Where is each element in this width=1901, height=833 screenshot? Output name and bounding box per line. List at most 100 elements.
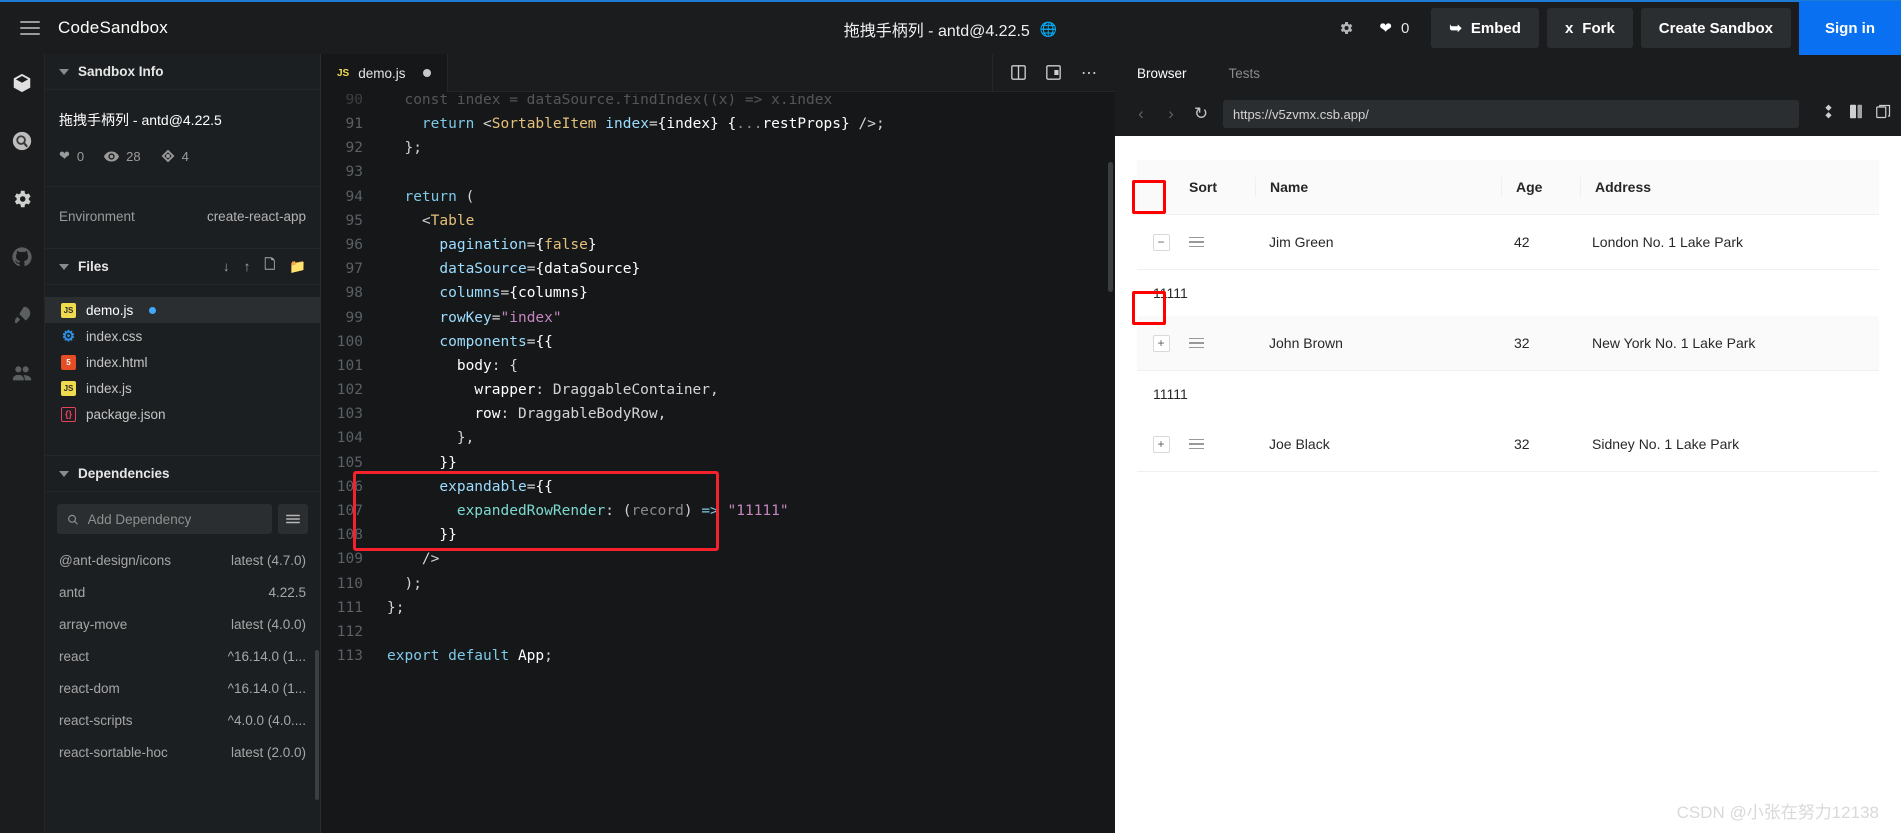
dependency-row[interactable]: react ^16.14.0 (1...: [45, 640, 320, 672]
drag-handle-icon[interactable]: [1189, 236, 1255, 248]
rocket-deploy-icon[interactable]: [7, 300, 37, 330]
list-menu-icon[interactable]: [278, 504, 308, 534]
new-file-icon[interactable]: 🗋: [264, 255, 275, 278]
more-options-icon[interactable]: ⋯: [1081, 63, 1097, 83]
explorer-cube-icon[interactable]: [7, 68, 37, 98]
code-line: 104 },: [321, 426, 1115, 450]
file-item-package-json[interactable]: {} package.json: [45, 401, 320, 427]
column-header-address[interactable]: Address: [1581, 179, 1879, 195]
code-line: 111};: [321, 596, 1115, 620]
dependency-name: react-scripts: [59, 712, 133, 728]
file-item-index-html[interactable]: 5 index.html: [45, 349, 320, 375]
download-icon[interactable]: ↓: [223, 259, 230, 274]
dependency-row[interactable]: array-move latest (4.0.0): [45, 608, 320, 640]
split-view-icon[interactable]: [1876, 104, 1891, 124]
dependency-row[interactable]: react-sortable-hoc latest (2.0.0): [45, 736, 320, 768]
github-icon[interactable]: [7, 242, 37, 272]
table-header-row: Sort Name Age Address: [1137, 160, 1879, 215]
stat-likes: ❤ 0: [59, 148, 84, 164]
dependency-name: array-move: [59, 616, 128, 632]
files-header[interactable]: Files ↓ ↑ 🗋 📁: [45, 249, 320, 285]
create-sandbox-button[interactable]: Create Sandbox: [1640, 8, 1791, 48]
code-editor[interactable]: 90 const index = dataSource.findIndex((x…: [321, 92, 1115, 833]
like-counter[interactable]: ❤ 0: [1379, 19, 1409, 38]
reload-icon[interactable]: ↻: [1193, 104, 1209, 124]
url-input[interactable]: https://v5zvmx.csb.app/: [1223, 100, 1799, 128]
tab-tests[interactable]: Tests: [1207, 54, 1281, 92]
dependency-version: latest (4.7.0): [230, 552, 306, 568]
brand-label[interactable]: CodeSandbox: [58, 18, 168, 38]
code-line: 100 components={{: [321, 330, 1115, 354]
code-line: 95 <Table: [321, 209, 1115, 233]
page-title: 拖拽手柄列 - antd@4.22.5: [843, 23, 1030, 40]
dependencies-header[interactable]: Dependencies: [45, 456, 320, 492]
add-dependency-input[interactable]: [87, 511, 262, 527]
file-item-demo-js[interactable]: JS demo.js: [45, 297, 320, 323]
js-file-icon: JS: [61, 302, 76, 318]
stat-views: 28: [104, 149, 141, 164]
responsive-icon[interactable]: [1821, 104, 1836, 124]
new-folder-icon[interactable]: 📁: [289, 259, 306, 275]
sandbox-stats: ❤ 0 28 4: [45, 136, 320, 186]
dependency-name: @ant-design/icons: [59, 552, 172, 568]
code-text: };: [387, 599, 405, 616]
table-row[interactable]: + Joe Black 32 Sidney No. 1 Lake Park: [1137, 417, 1879, 472]
gear-icon[interactable]: [7, 184, 37, 214]
line-number: 112: [336, 623, 363, 640]
hamburger-icon[interactable]: [20, 21, 40, 35]
expanded-row-content: 11111: [1153, 386, 1188, 402]
upload-icon[interactable]: ↑: [244, 259, 251, 274]
codesandbox-app: CodeSandbox 拖拽手柄列 - antd@4.22.5 🌐 ❤ 0 ➥ …: [0, 0, 1901, 833]
html-file-icon: 5: [61, 354, 76, 370]
tab-browser[interactable]: Browser: [1115, 54, 1207, 92]
dependency-row[interactable]: react-scripts ^4.0.0 (4.0....: [45, 704, 320, 736]
column-header-name[interactable]: Name: [1256, 179, 1501, 195]
table-row[interactable]: − Jim Green 42 London No. 1 Lake Park: [1137, 215, 1879, 270]
browser-actions: [1813, 104, 1891, 124]
table-row[interactable]: + John Brown 32 New York No. 1 Lake Park: [1137, 316, 1879, 371]
dependency-row[interactable]: antd 4.22.5: [45, 576, 320, 608]
fork-button[interactable]: x Fork: [1546, 8, 1633, 48]
drag-handle-icon[interactable]: [1189, 438, 1255, 450]
tab-demo-js[interactable]: JS demo.js: [321, 54, 448, 92]
code-line: 107 expandedRowRender: (record) => "1111…: [321, 499, 1115, 523]
code-content: 90 const index = dataSource.findIndex((x…: [321, 94, 1115, 668]
code-text: expandable={{: [439, 478, 553, 495]
line-number: 93: [345, 164, 363, 181]
cell-address: London No. 1 Lake Park: [1592, 234, 1743, 250]
embed-button[interactable]: ➥ Embed: [1431, 8, 1539, 48]
drag-handle-icon[interactable]: [1189, 337, 1255, 349]
file-item-index-css[interactable]: ⚙ index.css: [45, 323, 320, 349]
preview-iframe[interactable]: Sort Name Age Address − Jim Green 42 Lon…: [1115, 136, 1901, 833]
dependency-search-box[interactable]: [57, 504, 272, 534]
code-line: 106 expandable={{: [321, 475, 1115, 499]
gear-icon[interactable]: [1329, 11, 1363, 45]
code-text: const index = dataSource.findIndex((x) =…: [387, 94, 841, 108]
unsaved-dot-icon[interactable]: [422, 69, 431, 77]
chevron-right-icon[interactable]: ›: [1163, 104, 1179, 124]
sign-in-button[interactable]: Sign in: [1799, 1, 1901, 55]
code-line: 113 export default App;: [321, 644, 1115, 668]
open-new-window-icon[interactable]: [1849, 104, 1863, 124]
sandbox-info-header[interactable]: Sandbox Info: [45, 54, 320, 90]
open-preview-icon[interactable]: [1046, 65, 1061, 80]
expand-row-button[interactable]: +: [1152, 334, 1170, 352]
code-text: <Table: [387, 212, 475, 229]
file-item-index-js[interactable]: JS index.js: [45, 375, 320, 401]
drag-cell: [1185, 438, 1255, 450]
chevron-left-icon[interactable]: ‹: [1133, 104, 1149, 124]
dependency-row[interactable]: react-dom ^16.14.0 (1...: [45, 672, 320, 704]
sidebar-scrollbar[interactable]: [315, 650, 319, 800]
preview-tab-bar: Browser Tests: [1115, 54, 1901, 92]
share-arrow-icon: ➥: [1449, 20, 1462, 37]
column-header-sort[interactable]: Sort: [1185, 179, 1255, 195]
column-header-age[interactable]: Age: [1502, 179, 1580, 195]
collapse-row-button[interactable]: −: [1152, 233, 1170, 251]
split-editor-icon[interactable]: [1011, 65, 1026, 80]
dependency-row[interactable]: @ant-design/icons latest (4.7.0): [45, 544, 320, 576]
editor-scrollbar[interactable]: [1108, 162, 1113, 292]
expanded-row-content: 11111: [1153, 285, 1188, 301]
search-icon[interactable]: [7, 126, 37, 156]
expand-row-button[interactable]: +: [1152, 435, 1170, 453]
live-collab-icon[interactable]: [7, 358, 37, 388]
